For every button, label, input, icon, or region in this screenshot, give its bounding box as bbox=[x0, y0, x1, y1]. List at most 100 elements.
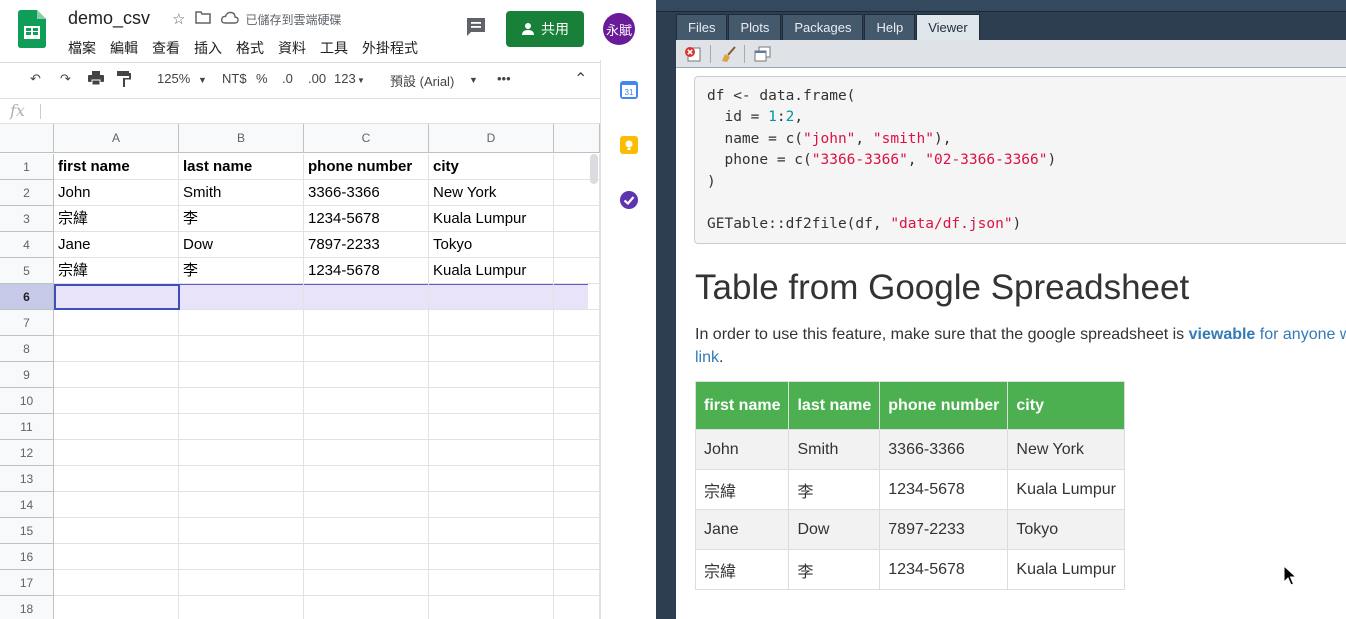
decrease-decimal[interactable]: .0 bbox=[282, 71, 293, 86]
spreadsheet-cell[interactable] bbox=[554, 362, 600, 388]
row-header[interactable]: 2 bbox=[0, 180, 54, 206]
spreadsheet-cell[interactable] bbox=[54, 310, 179, 336]
spreadsheet-cell[interactable] bbox=[304, 284, 429, 310]
spreadsheet-cell[interactable] bbox=[304, 440, 429, 466]
spreadsheet-cell[interactable] bbox=[429, 362, 554, 388]
spreadsheet-cell[interactable]: Tokyo bbox=[429, 232, 554, 258]
redo-icon[interactable]: ↷ bbox=[60, 71, 71, 87]
spreadsheet-cell[interactable] bbox=[429, 414, 554, 440]
tab-packages[interactable]: Packages bbox=[782, 14, 864, 40]
spreadsheet-cell[interactable] bbox=[54, 466, 179, 492]
spreadsheet-cell[interactable]: 1234-5678 bbox=[304, 206, 429, 232]
spreadsheet-cell[interactable] bbox=[179, 284, 304, 310]
column-header-b[interactable]: B bbox=[179, 124, 304, 153]
tab-files[interactable]: Files bbox=[676, 14, 728, 40]
spreadsheet-cell[interactable] bbox=[304, 362, 429, 388]
cloud-saved-icon[interactable] bbox=[221, 11, 240, 28]
row-header[interactable]: 8 bbox=[0, 336, 54, 362]
spreadsheet-cell[interactable] bbox=[429, 544, 554, 570]
row-header[interactable]: 10 bbox=[0, 388, 54, 414]
move-folder-icon[interactable] bbox=[195, 10, 212, 28]
spreadsheet-cell[interactable] bbox=[554, 492, 600, 518]
menu-addons[interactable]: 外掛程式 bbox=[362, 38, 418, 58]
spreadsheet-cell[interactable] bbox=[554, 518, 600, 544]
comments-icon[interactable] bbox=[465, 16, 487, 38]
spreadsheet-cell[interactable] bbox=[54, 492, 179, 518]
row-header[interactable]: 5 bbox=[0, 258, 54, 284]
paint-format-icon[interactable] bbox=[117, 71, 131, 90]
spreadsheet-cell[interactable] bbox=[554, 466, 600, 492]
row-header[interactable]: 18 bbox=[0, 596, 54, 619]
spreadsheet-cell[interactable] bbox=[179, 596, 304, 619]
spreadsheet-cell[interactable] bbox=[179, 518, 304, 544]
spreadsheet-cell[interactable] bbox=[429, 596, 554, 619]
increase-decimal[interactable]: .00 bbox=[308, 71, 326, 86]
spreadsheet-cell[interactable] bbox=[429, 466, 554, 492]
spreadsheet-cell[interactable] bbox=[554, 414, 600, 440]
spreadsheet-cell[interactable] bbox=[179, 570, 304, 596]
viewable-link[interactable]: viewable bbox=[1189, 326, 1256, 343]
spreadsheet-cell[interactable]: John bbox=[54, 180, 179, 206]
tab-help[interactable]: Help bbox=[864, 14, 916, 40]
spreadsheet-cell[interactable] bbox=[179, 388, 304, 414]
spreadsheet-cell[interactable]: 7897-2233 bbox=[304, 232, 429, 258]
keep-icon[interactable] bbox=[620, 136, 638, 154]
column-header-d[interactable]: D bbox=[429, 124, 554, 153]
column-header-e[interactable] bbox=[554, 124, 600, 153]
spreadsheet-cell[interactable] bbox=[429, 440, 554, 466]
zoom-select[interactable]: 125% bbox=[157, 71, 190, 86]
spreadsheet-cell[interactable] bbox=[429, 492, 554, 518]
spreadsheet-cell[interactable] bbox=[554, 388, 600, 414]
menu-edit[interactable]: 編輯 bbox=[110, 38, 138, 58]
menu-insert[interactable]: 插入 bbox=[194, 38, 222, 58]
spreadsheet-cell[interactable] bbox=[54, 388, 179, 414]
spreadsheet-cell[interactable]: Kuala Lumpur bbox=[429, 206, 554, 232]
row-header[interactable]: 7 bbox=[0, 310, 54, 336]
clear-all-broom-icon[interactable] bbox=[720, 46, 737, 62]
menu-file[interactable]: 檔案 bbox=[68, 38, 96, 58]
spreadsheet-cell[interactable] bbox=[554, 206, 600, 232]
spreadsheet-cell[interactable]: city bbox=[429, 154, 554, 180]
select-all-corner[interactable] bbox=[0, 124, 54, 153]
spreadsheet-cell[interactable]: Smith bbox=[179, 180, 304, 206]
spreadsheet-cell[interactable] bbox=[54, 414, 179, 440]
spreadsheet-cell[interactable] bbox=[179, 414, 304, 440]
currency-format[interactable]: NT$ bbox=[222, 71, 247, 86]
share-button[interactable]: 共用 bbox=[506, 11, 584, 47]
row-header[interactable]: 13 bbox=[0, 466, 54, 492]
spreadsheet-cell[interactable] bbox=[179, 544, 304, 570]
spreadsheet-cell[interactable] bbox=[304, 518, 429, 544]
spreadsheet-cell[interactable] bbox=[54, 336, 179, 362]
spreadsheet-cell[interactable]: first name bbox=[54, 154, 179, 180]
calendar-icon[interactable]: 31 bbox=[620, 81, 638, 99]
spreadsheet-cell[interactable] bbox=[554, 440, 600, 466]
spreadsheet-cell[interactable] bbox=[554, 258, 600, 284]
spreadsheet-cell[interactable] bbox=[429, 284, 554, 310]
sheets-logo-icon[interactable] bbox=[18, 10, 46, 48]
star-icon[interactable]: ☆ bbox=[172, 10, 185, 28]
column-header-c[interactable]: C bbox=[304, 124, 429, 153]
popout-window-icon[interactable] bbox=[754, 46, 771, 62]
spreadsheet-cell[interactable] bbox=[304, 466, 429, 492]
anyone-with-link[interactable]: for anyone with the bbox=[1255, 326, 1346, 343]
spreadsheet-cell[interactable]: Jane bbox=[54, 232, 179, 258]
menu-format[interactable]: 格式 bbox=[236, 38, 264, 58]
spreadsheet-cell[interactable] bbox=[54, 440, 179, 466]
menu-view[interactable]: 查看 bbox=[152, 38, 180, 58]
spreadsheet-cell[interactable] bbox=[429, 336, 554, 362]
document-title[interactable]: demo_csv bbox=[68, 8, 150, 29]
spreadsheet-cell[interactable] bbox=[179, 362, 304, 388]
formula-input[interactable] bbox=[40, 104, 41, 119]
collapse-toolbar-icon[interactable]: ⌃ bbox=[574, 69, 587, 89]
spreadsheet-cell[interactable]: 1234-5678 bbox=[304, 258, 429, 284]
row-header[interactable]: 6 bbox=[0, 284, 54, 310]
menu-data[interactable]: 資料 bbox=[278, 38, 306, 58]
spreadsheet-cell[interactable] bbox=[304, 492, 429, 518]
row-header[interactable]: 12 bbox=[0, 440, 54, 466]
row-header[interactable]: 11 bbox=[0, 414, 54, 440]
row-header[interactable]: 3 bbox=[0, 206, 54, 232]
tab-plots[interactable]: Plots bbox=[728, 14, 782, 40]
spreadsheet-cell[interactable]: 李 bbox=[179, 206, 304, 232]
link-word[interactable]: link bbox=[695, 349, 719, 366]
spreadsheet-cell[interactable]: Dow bbox=[179, 232, 304, 258]
